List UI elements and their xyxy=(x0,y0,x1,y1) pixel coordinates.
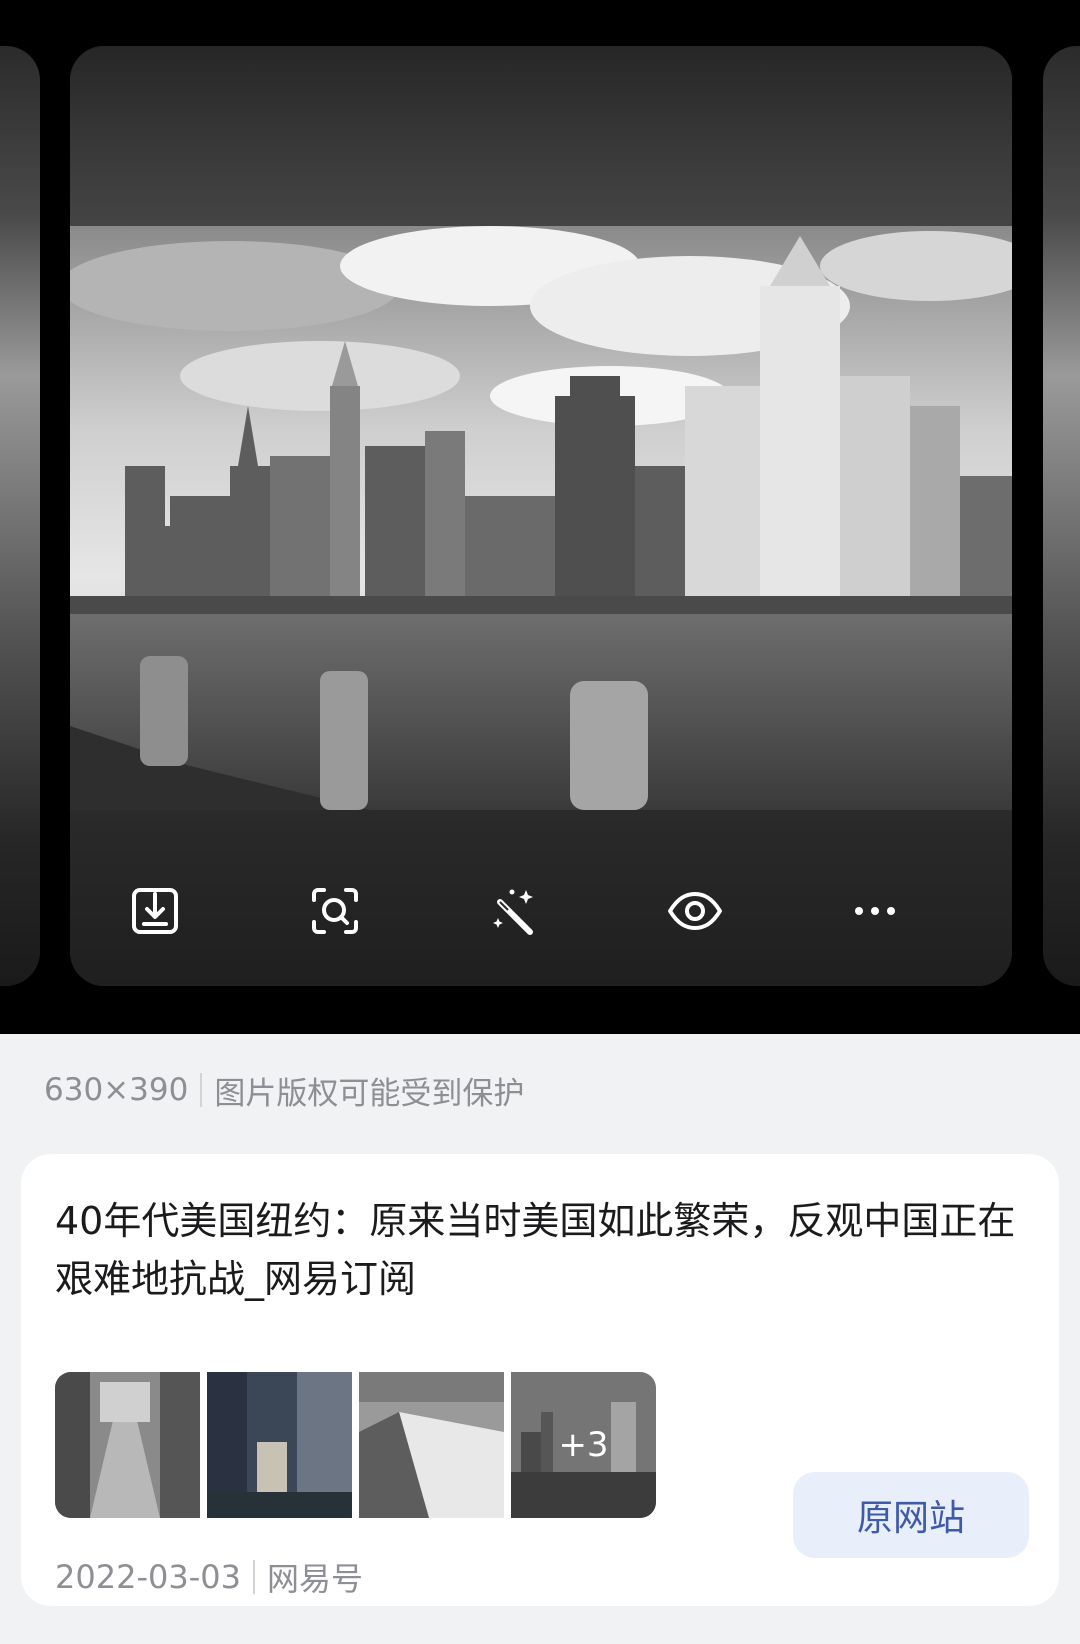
thumbnail-strip: +3 xyxy=(55,1372,656,1518)
thumbnail[interactable] xyxy=(55,1372,200,1518)
publish-date: 2022-03-03 xyxy=(55,1558,241,1596)
source-name: 网易号 xyxy=(266,1560,363,1598)
magic-edit-button[interactable] xyxy=(480,876,550,946)
divider xyxy=(252,1560,255,1594)
street-thumbnail-image xyxy=(55,1372,200,1518)
more-button[interactable] xyxy=(840,876,910,946)
park-thumbnail-image xyxy=(359,1372,504,1518)
thumbnail[interactable] xyxy=(359,1372,504,1518)
thumbnail[interactable] xyxy=(207,1372,352,1518)
thumbnail-more[interactable]: +3 xyxy=(511,1372,656,1518)
previous-image-card[interactable] xyxy=(0,46,40,986)
copyright-notice: 图片版权可能受到保护 xyxy=(214,1075,525,1112)
image-dimensions: 630×390 xyxy=(44,1072,189,1108)
image-viewer[interactable] xyxy=(0,0,1080,1034)
plaza-thumbnail-image xyxy=(207,1372,352,1518)
magic-wand-icon xyxy=(493,889,533,935)
image-toolbar xyxy=(70,876,1012,946)
download-icon xyxy=(132,888,178,934)
download-button[interactable] xyxy=(120,876,190,946)
result-title[interactable]: 40年代美国纽约：原来当时美国如此繁荣，反观中国正在艰难地抗战_网易订阅 xyxy=(55,1192,1025,1308)
view-button[interactable] xyxy=(660,876,730,946)
main-photo[interactable] xyxy=(70,226,1012,810)
current-image-card[interactable] xyxy=(70,46,1012,986)
original-site-button[interactable]: 原网站 xyxy=(793,1472,1029,1558)
image-meta: 630×390 图片版权可能受到保护 xyxy=(44,1070,525,1112)
image-search-icon xyxy=(312,888,358,934)
divider xyxy=(200,1073,203,1107)
eye-icon xyxy=(668,892,722,930)
result-footer: 2022-03-03 网易号 xyxy=(55,1554,363,1600)
next-image-card[interactable] xyxy=(1043,46,1080,986)
more-images-count: +3 xyxy=(511,1372,656,1518)
source-result-card[interactable]: 40年代美国纽约：原来当时美国如此繁荣，反观中国正在艰难地抗战_网易订阅 +3 … xyxy=(21,1154,1059,1606)
image-info-sheet: 630×390 图片版权可能受到保护 40年代美国纽约：原来当时美国如此繁荣，反… xyxy=(0,1034,1080,1644)
more-icon xyxy=(855,907,895,915)
image-search-button[interactable] xyxy=(300,876,370,946)
image-backdrop-top xyxy=(70,46,1012,226)
